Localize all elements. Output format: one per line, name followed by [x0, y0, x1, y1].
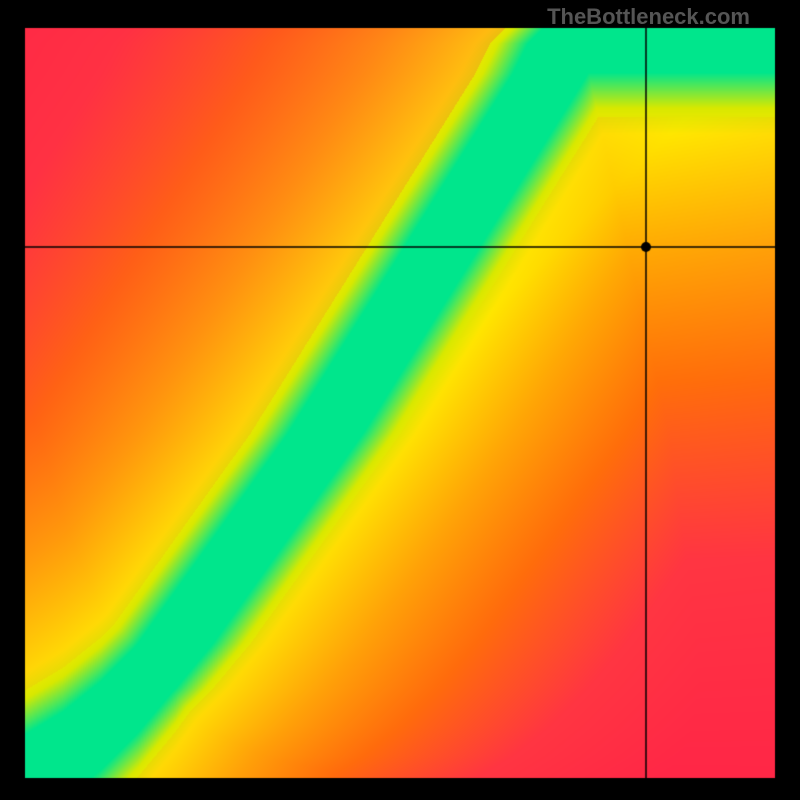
watermark-text: TheBottleneck.com: [547, 4, 750, 30]
bottleneck-heatmap: [0, 0, 800, 800]
chart-container: TheBottleneck.com: [0, 0, 800, 800]
